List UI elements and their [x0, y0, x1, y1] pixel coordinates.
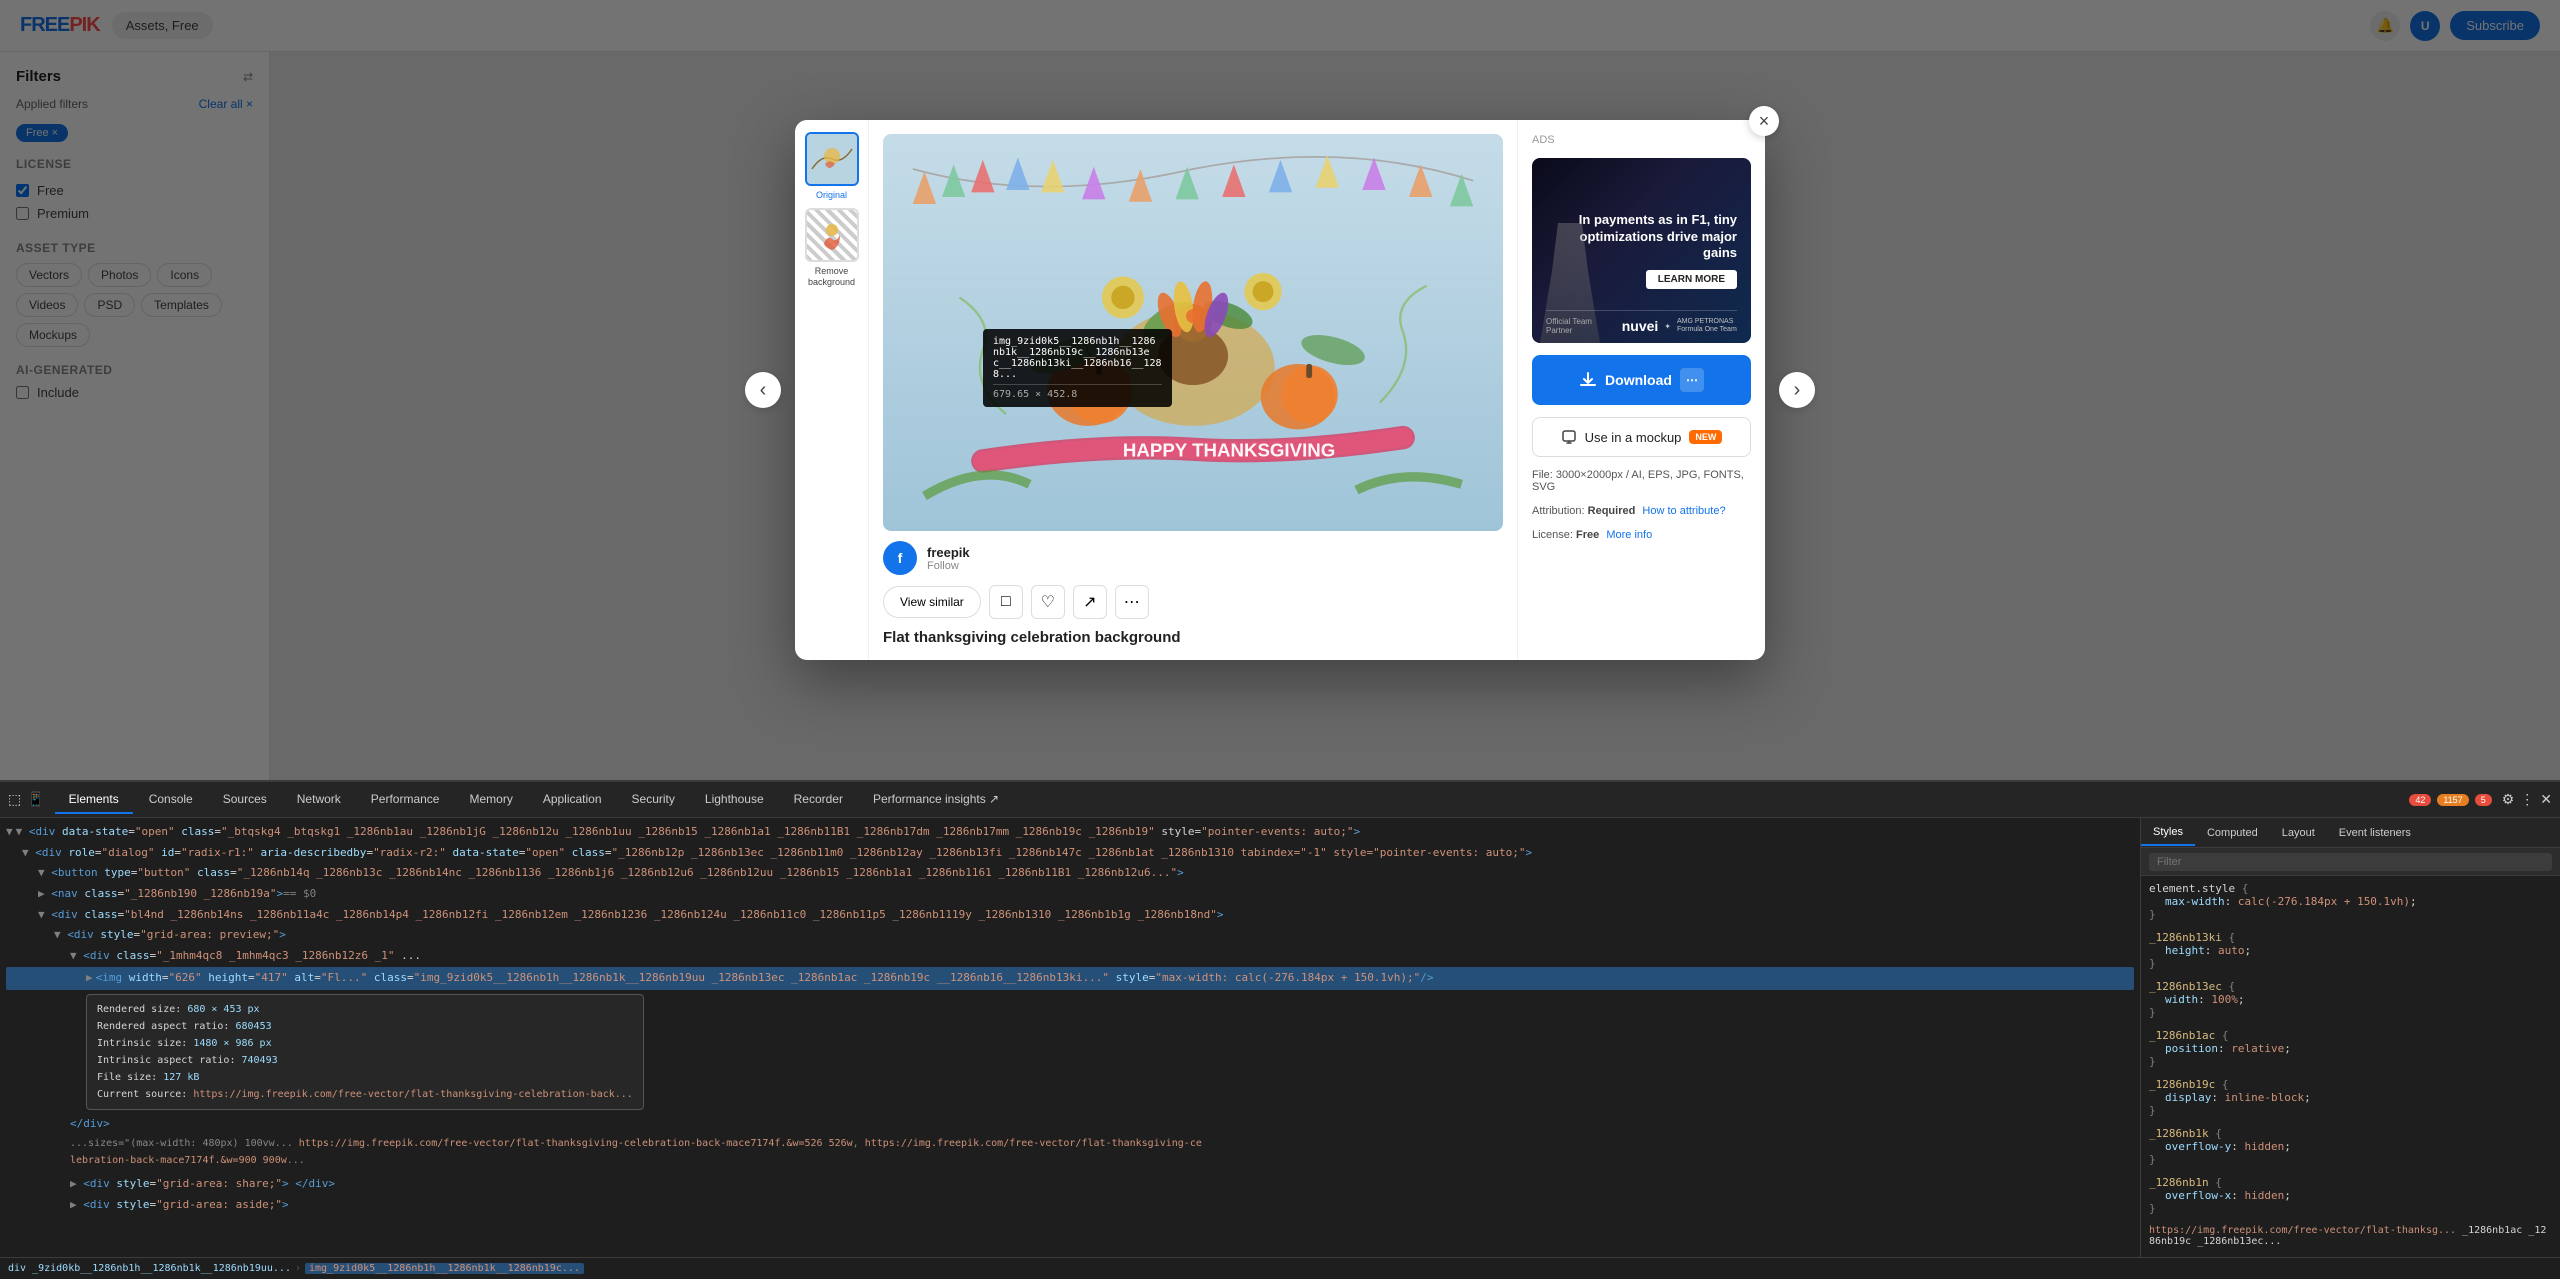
html-line-close1[interactable]: </div>	[6, 1114, 2134, 1135]
devtools-panel-icons: ⬚ 📱	[8, 791, 45, 808]
html-line-3[interactable]: ▶ <div style="grid-area: aside;">	[6, 1195, 2134, 1216]
info-badge: 5	[2475, 794, 2492, 806]
action-row: View similar □ ♡ ↗ ⋯	[883, 585, 1503, 619]
thumbnail-panel: Original Remove background	[795, 120, 869, 660]
computed-tab[interactable]: Computed	[2195, 821, 2270, 845]
tab-application[interactable]: Application	[529, 786, 616, 814]
ad-partner-label: Official Team Partner	[1546, 317, 1616, 335]
html-panel[interactable]: ▼ ▼ <div data-state="open" class="_btqsk…	[0, 818, 2140, 1257]
html-line[interactable]: ▶ <nav class="_1286nb190 _1286nb19a"> ==…	[6, 884, 2134, 905]
inspect-icon[interactable]: ⬚	[8, 791, 21, 808]
ads-label: ADS	[1532, 134, 1751, 146]
mockup-icon	[1561, 429, 1577, 445]
remove-bg-thumb[interactable]: Remove background	[803, 208, 860, 288]
warning-badge: 1157	[2437, 794, 2468, 806]
asset-title: Flat thanksgiving celebration background	[883, 629, 1503, 646]
modal: × ‹ › Original	[795, 120, 1765, 660]
add-collection-btn[interactable]: □	[989, 585, 1023, 619]
html-line[interactable]: ▼ <div style="grid-area: preview;">	[6, 925, 2134, 946]
css-rule-5: _1286nb1k { overflow-y: hidden; }	[2149, 1127, 2552, 1166]
download-format-btn[interactable]: ⋯	[1680, 368, 1704, 392]
image-info-tooltip: Rendered size: 680 × 453 px Rendered asp…	[86, 994, 644, 1110]
styles-tab-bar: Styles Computed Layout Event listeners	[2141, 818, 2560, 848]
attribution-row: Attribution: Required How to attribute?	[1532, 505, 1751, 517]
tab-lighthouse[interactable]: Lighthouse	[691, 786, 778, 814]
main-image-container[interactable]: HAPPY THANKSGIVING img_9zid0k5__1286nb1h…	[883, 134, 1503, 531]
html-line-2[interactable]: ▶ <div style="grid-area: share;"> </div>	[6, 1174, 2134, 1195]
html-line[interactable]: ▼ <div role="dialog" id="radix-r1:" aria…	[6, 843, 2134, 864]
main-illustration: HAPPY THANKSGIVING	[883, 134, 1503, 531]
close-devtools-icon[interactable]: ✕	[2540, 791, 2552, 808]
element-tooltip: img_9zid0k5__1286nb1h__1286 nb1k__1286nb…	[983, 329, 1172, 407]
ad-brand2: AMG PETRONAS Formula One Team	[1677, 318, 1737, 333]
html-line-srcs[interactable]: ...sizes="(max-width: 480px) 100vw... ht…	[6, 1134, 1206, 1170]
breadcrumb-selected[interactable]: img_9zid0k5__1286nb1h__1286nb1k__1286nb1…	[305, 1263, 584, 1274]
css-rule-element-style: element.style { max-width: calc(-276.184…	[2149, 882, 2552, 921]
more-devtools-icon[interactable]: ⋮	[2520, 791, 2534, 808]
more-btn[interactable]: ⋯	[1115, 585, 1149, 619]
css-rule-1: _1286nb13ki { height: auto; }	[2149, 931, 2552, 970]
ad-brand1: nuvei	[1622, 318, 1659, 334]
new-badge: NEW	[1689, 430, 1722, 444]
tab-memory[interactable]: Memory	[455, 786, 526, 814]
html-line[interactable]: ▼ <button type="button" class="_1286nb14…	[6, 863, 2134, 884]
next-arrow[interactable]: ›	[1779, 372, 1815, 408]
css-rule-6: _1286nb1n { overflow-x: hidden; }	[2149, 1176, 2552, 1215]
follow-btn[interactable]: Follow	[927, 560, 970, 572]
original-thumb[interactable]: Original	[803, 132, 860, 200]
devtools-panel: ⬚ 📱 Elements Console Sources Network Per…	[0, 780, 2560, 1279]
remove-bg-label: Remove background	[803, 266, 860, 288]
settings-icon[interactable]: ⚙	[2502, 791, 2515, 808]
more-info-link[interactable]: More info	[1606, 529, 1652, 541]
css-rule-3: _1286nb1ac { position: relative; }	[2149, 1029, 2552, 1068]
devtools-bottom-bar: div _9zid0kb__1286nb1h__1286nb1k__1286nb…	[0, 1257, 2560, 1279]
css-rule-4: _1286nb19c { display: inline-block; }	[2149, 1078, 2552, 1117]
download-icon	[1579, 371, 1597, 389]
file-info: File: 3000×2000px / AI, EPS, JPG, FONTS,…	[1532, 469, 1751, 493]
download-btn[interactable]: Download ⋯	[1532, 355, 1751, 405]
license-row: License: Free More info	[1532, 529, 1751, 541]
tab-console[interactable]: Console	[135, 786, 207, 814]
layout-tab[interactable]: Layout	[2270, 821, 2327, 845]
author-avatar: f	[883, 541, 917, 575]
share-btn[interactable]: ↗	[1073, 585, 1107, 619]
ad-banner[interactable]: In payments as in F1, tiny optimizations…	[1532, 158, 1751, 343]
css-rule-img-src: https://img.freepik.com/free-vector/flat…	[2149, 1225, 2552, 1247]
tab-performance-insights[interactable]: Performance insights ↗	[859, 786, 1013, 814]
styles-content[interactable]: element.style { max-width: calc(-276.184…	[2141, 876, 2560, 1257]
svg-text:HAPPY THANKSGIVING: HAPPY THANKSGIVING	[1123, 439, 1335, 460]
device-icon[interactable]: 📱	[27, 791, 44, 808]
center-panel: HAPPY THANKSGIVING img_9zid0k5__1286nb1h…	[869, 120, 1517, 660]
selected-html-line[interactable]: ▶ <img width="626" height="417" alt="Fl.…	[6, 967, 2134, 990]
prev-arrow[interactable]: ‹	[745, 372, 781, 408]
html-line[interactable]: ▼ <div class="bl4nd _1286nb14ns _1286nb1…	[6, 905, 2134, 926]
ad-learn-btn[interactable]: LEARN MORE	[1646, 270, 1737, 289]
tab-elements[interactable]: Elements	[55, 786, 133, 814]
close-button[interactable]: ×	[1749, 106, 1779, 136]
right-panel: ADS In payments as in F1, tiny optimizat…	[1517, 120, 1765, 660]
html-line[interactable]: ▼ ▼ <div data-state="open" class="_btqsk…	[6, 822, 2134, 843]
original-label: Original	[816, 190, 847, 200]
tab-performance[interactable]: Performance	[357, 786, 454, 814]
event-listeners-tab[interactable]: Event listeners	[2327, 821, 2423, 845]
mockup-btn[interactable]: Use in a mockup NEW	[1532, 417, 1751, 457]
tab-security[interactable]: Security	[618, 786, 689, 814]
styles-tab-active[interactable]: Styles	[2141, 820, 2195, 846]
devtools-tab-bar: ⬚ 📱 Elements Console Sources Network Per…	[0, 782, 2560, 818]
breadcrumb-path[interactable]: div _9zid0kb__1286nb1h__1286nb1k__1286nb…	[8, 1263, 291, 1274]
like-btn[interactable]: ♡	[1031, 585, 1065, 619]
error-badge: 42	[2409, 794, 2431, 806]
html-line[interactable]: ▼ <div class="_1mhm4qc8 _1mhm4qc3 _1286n…	[6, 946, 2134, 967]
view-similar-btn[interactable]: View similar	[883, 586, 981, 618]
tab-sources[interactable]: Sources	[209, 786, 281, 814]
how-to-attribute-link[interactable]: How to attribute?	[1642, 505, 1725, 517]
css-rule-2: _1286nb13ec { width: 100%; }	[2149, 980, 2552, 1019]
devtools-body: ▼ ▼ <div data-state="open" class="_btqsk…	[0, 818, 2560, 1257]
styles-filter-input[interactable]	[2149, 853, 2552, 871]
styles-panel: Styles Computed Layout Event listeners e…	[2140, 818, 2560, 1257]
modal-overlay[interactable]: × ‹ › Original	[0, 0, 2560, 780]
author-name[interactable]: freepik	[927, 545, 970, 560]
tab-recorder[interactable]: Recorder	[780, 786, 857, 814]
tab-network[interactable]: Network	[283, 786, 355, 814]
